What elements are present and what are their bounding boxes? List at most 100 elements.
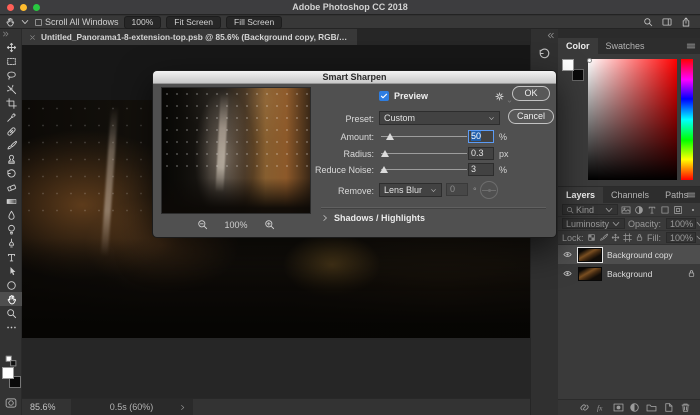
checkbox-box[interactable] xyxy=(35,19,42,26)
layer-visibility-icon[interactable] xyxy=(562,269,573,278)
fit-screen-button[interactable]: Fit Screen xyxy=(166,16,221,29)
close-tab-icon[interactable] xyxy=(29,34,36,41)
new-group-icon[interactable] xyxy=(646,402,657,413)
reduce-noise-input[interactable]: 3 xyxy=(468,163,494,176)
gear-icon[interactable] xyxy=(494,91,505,102)
panel-menu-icon[interactable] xyxy=(686,190,696,200)
dodge-tool[interactable] xyxy=(0,222,22,236)
gear-menu-chevron-icon[interactable] xyxy=(507,99,512,104)
shape-tool[interactable] xyxy=(0,278,22,292)
layer-thumbnail[interactable] xyxy=(578,267,602,281)
ok-button[interactable]: OK xyxy=(512,86,550,101)
fill-dropdown[interactable]: 100% xyxy=(666,232,696,243)
lock-all-icon[interactable] xyxy=(635,233,644,242)
quick-selection-tool[interactable] xyxy=(0,82,22,96)
status-info[interactable]: 0.5s (60%) xyxy=(71,399,193,415)
link-layers-icon[interactable] xyxy=(579,402,590,413)
amount-slider[interactable] xyxy=(381,136,467,137)
filter-smart-objects-icon[interactable] xyxy=(673,205,683,215)
reduce-noise-slider-thumb[interactable] xyxy=(380,166,388,173)
foreground-color-chip[interactable] xyxy=(562,59,574,71)
close-window-button[interactable] xyxy=(7,4,14,11)
layer-visibility-icon[interactable] xyxy=(562,250,573,259)
clone-stamp-tool[interactable] xyxy=(0,152,22,166)
blend-mode-dropdown[interactable]: Luminosity xyxy=(562,218,625,229)
filter-shape-layers-icon[interactable] xyxy=(660,205,670,215)
eyedropper-tool[interactable] xyxy=(0,110,22,124)
zoom-in-icon[interactable] xyxy=(264,219,275,230)
status-options-chevron-icon[interactable] xyxy=(179,404,186,411)
path-selection-tool[interactable] xyxy=(0,264,22,278)
marquee-tool[interactable] xyxy=(0,54,22,68)
foreground-background-swatches[interactable] xyxy=(2,367,21,388)
radius-slider[interactable] xyxy=(381,153,467,154)
layer-row-background[interactable]: Background xyxy=(558,264,700,283)
quick-mask-button[interactable] xyxy=(4,397,18,409)
brush-tool[interactable] xyxy=(0,138,22,152)
panel-menu-icon[interactable] xyxy=(686,41,696,51)
tab-color[interactable]: Color xyxy=(558,38,598,54)
zoom-window-button[interactable] xyxy=(33,4,40,11)
history-brush-tool[interactable] xyxy=(0,166,22,180)
checkbox-box[interactable] xyxy=(379,91,389,101)
type-tool[interactable] xyxy=(0,250,22,264)
expand-toolbar-icon[interactable] xyxy=(2,30,10,38)
zoom-out-icon[interactable] xyxy=(197,219,208,230)
lock-pixels-icon[interactable] xyxy=(599,233,608,242)
edit-toolbar-button[interactable] xyxy=(0,320,22,334)
zoom-100-button[interactable]: 100% xyxy=(124,16,162,29)
add-mask-icon[interactable] xyxy=(613,402,624,413)
shadows-highlights-toggle[interactable]: Shadows / Highlights xyxy=(321,213,425,223)
filter-type-layers-icon[interactable] xyxy=(647,205,657,215)
history-panel-icon[interactable] xyxy=(538,47,551,60)
document-tab[interactable]: Untitled_Panorama1-8-extension-top.psb @… xyxy=(22,29,357,45)
eraser-tool[interactable] xyxy=(0,180,22,194)
filter-kind-dropdown[interactable]: Kind xyxy=(562,204,618,215)
layer-row-background-copy[interactable]: Background copy xyxy=(558,245,700,264)
status-zoom-level[interactable]: 85.6% xyxy=(30,402,56,412)
search-icon[interactable] xyxy=(643,17,653,27)
preview-zoom-level[interactable]: 100% xyxy=(224,220,247,230)
blur-tool[interactable] xyxy=(0,208,22,222)
lock-artboard-icon[interactable] xyxy=(623,233,632,242)
gradient-tool[interactable] xyxy=(0,194,22,208)
foreground-color-swatch[interactable] xyxy=(2,367,14,379)
color-picker-marker[interactable] xyxy=(587,58,592,63)
amount-input[interactable]: 50 xyxy=(468,130,494,143)
layer-name[interactable]: Background xyxy=(607,269,652,279)
collapse-panels-icon[interactable] xyxy=(546,31,555,40)
new-layer-icon[interactable] xyxy=(663,402,674,413)
crop-tool[interactable] xyxy=(0,96,22,110)
amount-slider-thumb[interactable] xyxy=(386,133,394,140)
radius-input[interactable]: 0.3 xyxy=(468,147,494,160)
tab-channels[interactable]: Channels xyxy=(603,187,657,203)
remove-dropdown[interactable]: Lens Blur xyxy=(379,183,442,197)
lock-position-icon[interactable] xyxy=(611,233,620,242)
delete-layer-icon[interactable] xyxy=(680,402,691,413)
preset-dropdown[interactable]: Custom xyxy=(379,111,500,125)
fill-screen-button[interactable]: Fill Screen xyxy=(226,16,282,29)
scroll-all-windows-checkbox[interactable]: Scroll All Windows xyxy=(35,17,119,27)
reduce-noise-slider[interactable] xyxy=(381,169,467,170)
preview-checkbox[interactable]: Preview xyxy=(379,91,428,101)
filter-toggle-icon[interactable] xyxy=(690,207,696,213)
minimize-window-button[interactable] xyxy=(20,4,27,11)
share-icon[interactable] xyxy=(681,17,691,27)
filter-adjustment-layers-icon[interactable] xyxy=(634,205,644,215)
tab-swatches[interactable]: Swatches xyxy=(598,38,653,54)
saturation-brightness-map[interactable] xyxy=(588,59,677,180)
cancel-button[interactable]: Cancel xyxy=(508,109,554,124)
spot-healing-brush-tool[interactable] xyxy=(0,124,22,138)
adjustment-layer-icon[interactable] xyxy=(629,402,640,413)
default-colors-icon[interactable] xyxy=(5,355,17,367)
move-tool[interactable] xyxy=(0,40,22,54)
radius-slider-thumb[interactable] xyxy=(381,150,389,157)
hand-tool[interactable] xyxy=(0,292,22,306)
filter-pixel-layers-icon[interactable] xyxy=(621,205,631,215)
pen-tool[interactable] xyxy=(0,236,22,250)
lock-transparency-icon[interactable] xyxy=(587,233,596,242)
layer-thumbnail[interactable] xyxy=(578,248,602,262)
dialog-title[interactable]: Smart Sharpen xyxy=(153,71,556,84)
lasso-tool[interactable] xyxy=(0,68,22,82)
color-fg-bg-swatches[interactable] xyxy=(562,59,584,81)
